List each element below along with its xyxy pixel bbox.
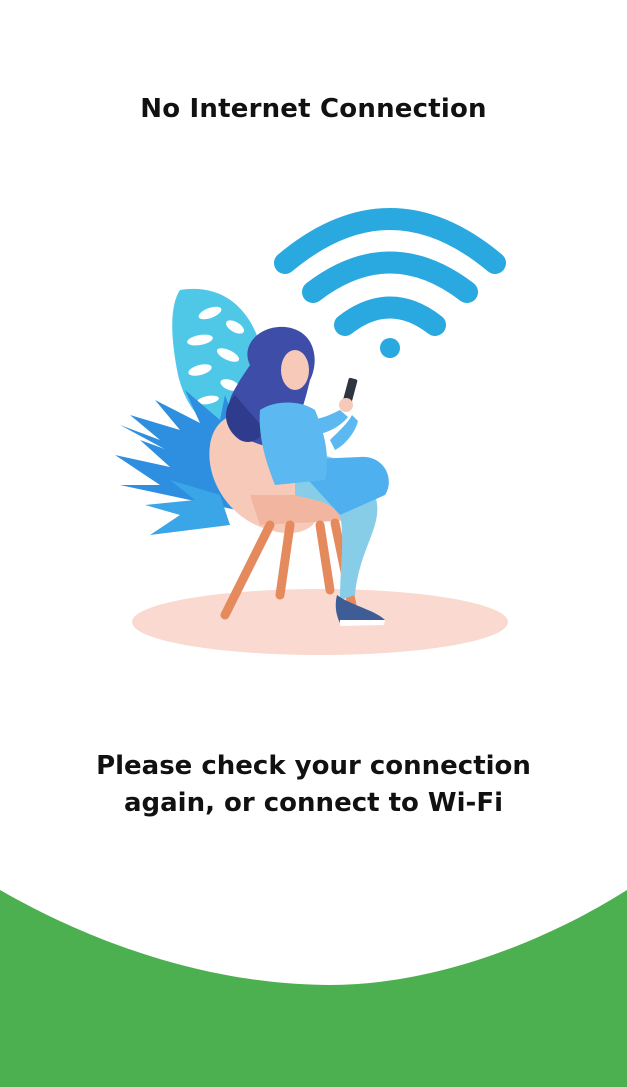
connection-message: Please check your connection again, or c… bbox=[0, 748, 627, 822]
message-line-1: Please check your connection bbox=[96, 751, 531, 781]
page-title: No Internet Connection bbox=[140, 94, 487, 124]
wifi-icon bbox=[274, 208, 506, 336]
no-connection-illustration bbox=[100, 195, 530, 665]
bottom-wave bbox=[0, 890, 627, 1087]
illustration-svg bbox=[115, 208, 508, 655]
floor-shadow bbox=[132, 589, 508, 655]
message-line-2: again, or connect to Wi-Fi bbox=[123, 788, 503, 818]
face bbox=[281, 350, 309, 390]
wifi-dot bbox=[380, 338, 400, 358]
